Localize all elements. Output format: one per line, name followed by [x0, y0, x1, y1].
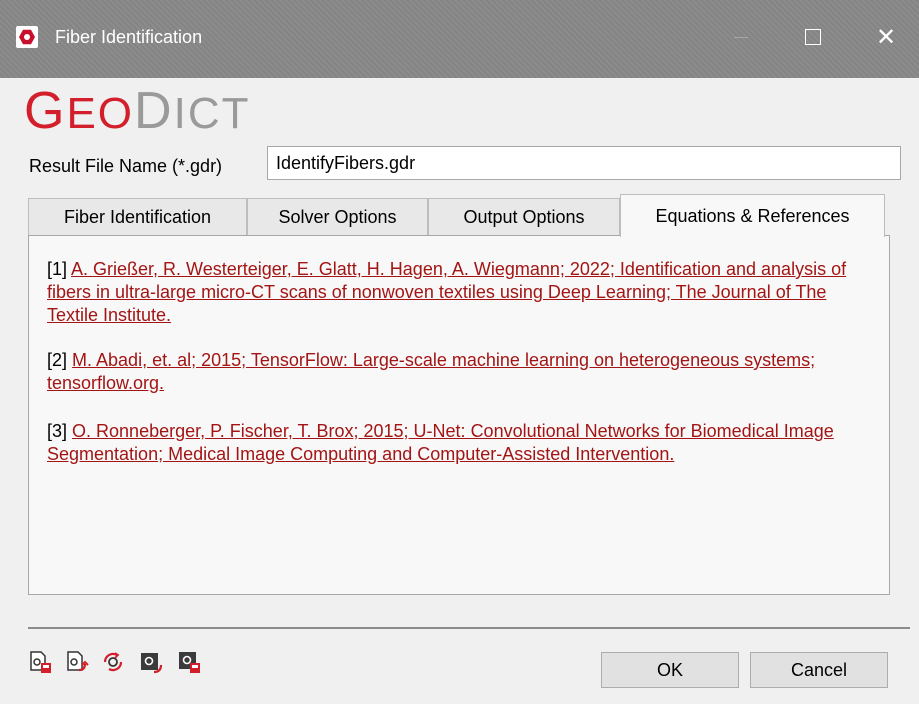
reference-link[interactable]: O. Ronneberger, P. Fischer, T. Brox; 201…: [47, 421, 834, 464]
close-button[interactable]: ✕: [863, 18, 909, 56]
cancel-button[interactable]: Cancel: [750, 652, 888, 688]
settings-import-icon[interactable]: [139, 650, 163, 674]
reference-item: [2] M. Abadi, et. al; 2015; TensorFlow: …: [47, 350, 816, 393]
minimize-button[interactable]: [718, 18, 764, 56]
settings-reset-icon[interactable]: [101, 650, 125, 674]
maximize-icon: [805, 29, 821, 45]
settings-save-icon[interactable]: [28, 650, 52, 674]
app-icon: [16, 26, 38, 48]
window-title: Fiber Identification: [55, 27, 203, 47]
tab-output-options[interactable]: Output Options: [428, 198, 620, 236]
close-icon: ✕: [875, 23, 897, 51]
title-bar: Fiber Identification ✕: [0, 0, 919, 78]
references-panel: [1] A. Grießer, R. Westerteiger, E. Glat…: [28, 235, 890, 595]
tab-equations-references[interactable]: Equations & References: [620, 194, 885, 237]
result-file-label: Result File Name (*.gdr): [29, 156, 223, 176]
result-file-input[interactable]: [267, 146, 901, 180]
ok-button[interactable]: OK: [601, 652, 739, 688]
reference-link[interactable]: M. Abadi, et. al; 2015; TensorFlow: Larg…: [47, 350, 815, 393]
settings-export-icon[interactable]: [177, 650, 201, 674]
divider: [28, 627, 910, 629]
reference-link[interactable]: A. Grießer, R. Westerteiger, E. Glatt, H…: [47, 259, 846, 325]
tab-fiber-identification[interactable]: Fiber Identification: [28, 198, 247, 236]
maximize-button[interactable]: [790, 18, 836, 56]
reference-item: [3] O. Ronneberger, P. Fischer, T. Brox;…: [47, 421, 834, 464]
minimize-icon: [734, 36, 748, 38]
settings-load-icon[interactable]: [65, 650, 89, 674]
tab-solver-options[interactable]: Solver Options: [247, 198, 428, 236]
reference-item: [1] A. Grießer, R. Westerteiger, E. Glat…: [47, 259, 847, 325]
geodict-logo: GEODICT: [24, 82, 251, 140]
